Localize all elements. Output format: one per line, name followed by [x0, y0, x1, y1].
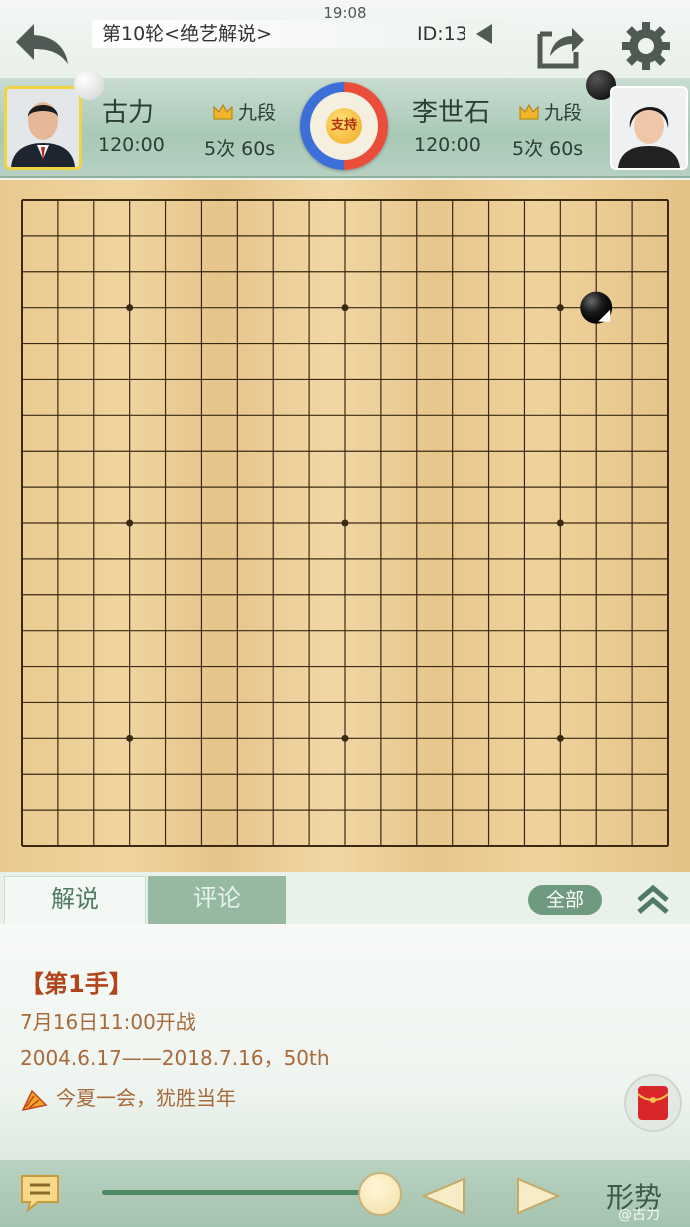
player-left-name: 古力 — [102, 98, 155, 128]
red-packet-icon[interactable] — [624, 1074, 682, 1132]
player-left-avatar[interactable] — [4, 86, 82, 170]
game-id: ID:13 — [417, 23, 465, 45]
player-left-rank: 九段 — [212, 98, 276, 125]
chat-icon[interactable] — [18, 1172, 62, 1214]
star-point — [556, 734, 564, 742]
next-move-icon[interactable] — [514, 1176, 562, 1216]
triangle-left-icon[interactable] — [474, 22, 494, 46]
board-grid[interactable] — [0, 180, 690, 872]
commentary-panel: 【第1手】 7月16日11:00开战 2004.6.17——2018.7.16，… — [0, 924, 690, 1160]
player-right-time: 120:00 — [414, 134, 481, 156]
player-left-byoyomi: 5次 60s — [204, 138, 276, 160]
support-label[interactable]: 支持 — [326, 108, 362, 144]
go-board[interactable] — [0, 180, 690, 872]
star-point — [126, 519, 134, 527]
star-point — [126, 734, 134, 742]
crown-icon — [213, 103, 233, 119]
commentary-line: 7月16日11:00开战 — [20, 1010, 196, 1034]
tab-commentary[interactable]: 解说 — [4, 876, 146, 924]
commentary-line: 2004.6.17——2018.7.16，50th — [20, 1046, 330, 1070]
star-point — [126, 304, 134, 312]
celebration-horn-icon — [21, 1089, 48, 1111]
player-right-rank-label: 九段 — [544, 102, 583, 124]
share-icon[interactable] — [536, 22, 586, 70]
star-point — [341, 304, 349, 312]
filter-all-button[interactable]: 全部 — [528, 885, 602, 915]
star-point — [341, 519, 349, 527]
player-left-time: 120:00 — [98, 134, 165, 156]
game-title: 第10轮<绝艺解说> — [102, 23, 273, 45]
support-button[interactable]: 支持 — [300, 82, 388, 170]
player-right-rank: 九段 — [518, 98, 582, 125]
player-right-name: 李世石 — [412, 98, 491, 128]
move-number: 【第1手】 — [20, 970, 133, 998]
star-point — [556, 519, 564, 527]
player-left-rank-label: 九段 — [238, 102, 277, 124]
player-right-byoyomi: 5次 60s — [512, 138, 584, 160]
game-title-bar[interactable]: 第10轮<绝艺解说> ID:13 — [92, 20, 500, 48]
back-arrow-icon[interactable] — [12, 20, 72, 66]
star-point — [341, 734, 349, 742]
gear-icon[interactable] — [620, 20, 672, 72]
commentary-line-text: 今夏一会，犹胜当年 — [56, 1086, 236, 1110]
white-stone-icon — [74, 70, 104, 100]
move-slider-knob[interactable] — [358, 1172, 402, 1216]
bottom-toolbar: 形势 — [0, 1160, 690, 1227]
star-point — [556, 304, 564, 312]
comment-tabs: 解说 评论 全部 — [0, 872, 690, 924]
move-slider-track[interactable] — [102, 1190, 380, 1195]
double-chevron-up-icon[interactable] — [636, 884, 670, 916]
tab-comments[interactable]: 评论 — [148, 876, 286, 924]
crown-icon — [519, 103, 539, 119]
commentary-line: 今夏一会，犹胜当年 — [20, 1082, 236, 1113]
watermark: @古力 — [618, 1207, 660, 1223]
player-right-avatar[interactable] — [610, 86, 688, 170]
previous-move-icon[interactable] — [420, 1176, 468, 1216]
top-bar: 19:08 第10轮<绝艺解说> ID:13 — [0, 0, 690, 78]
